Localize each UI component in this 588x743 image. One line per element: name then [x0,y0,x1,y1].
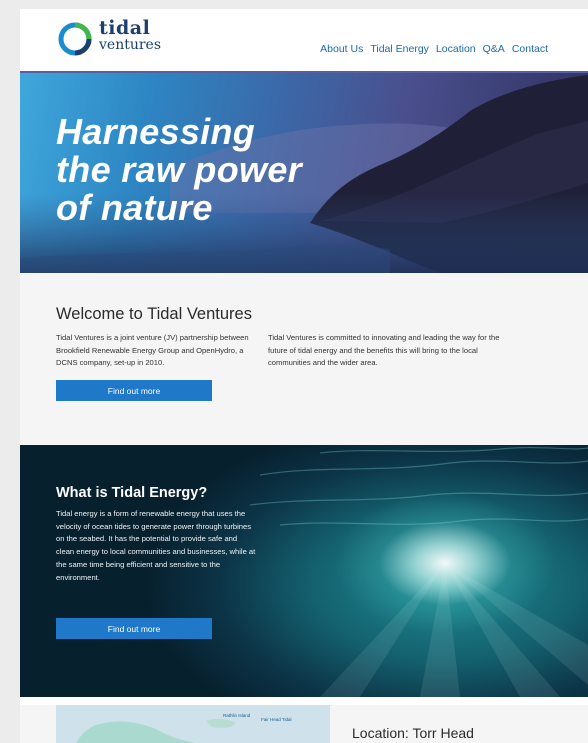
tidal-energy-section: What is Tidal Energy? Tidal energy is a … [20,445,588,697]
hero-title-line-1: Harnessing [56,111,256,152]
logo-wordmark-ventures: ventures [99,37,162,53]
logo-ring-icon [58,22,92,56]
nav-location[interactable]: Location [436,43,476,55]
nav-qa[interactable]: Q&A [483,43,505,55]
tidal-energy-find-out-more-button[interactable]: Find out more [56,618,212,639]
welcome-heading: Welcome to Tidal Ventures [56,305,252,323]
welcome-text-column-1: Tidal Ventures is a joint venture (JV) p… [56,333,249,367]
hero-title-line-2: the raw power [56,149,302,190]
nav-tidal-energy[interactable]: Tidal Energy [370,43,429,55]
map-label-rathlin: Rathlin Island [223,713,251,718]
nav-contact[interactable]: Contact [512,43,548,55]
tidal-energy-heading: What is Tidal Energy? [56,485,208,501]
logo-text: tidal ventures [99,17,162,53]
welcome-find-out-more-button[interactable]: Find out more [56,380,212,401]
section-gap [20,697,588,705]
logo[interactable]: tidal ventures [57,17,167,61]
nav-about-us[interactable]: About Us [320,43,363,55]
main-nav: About Us Tidal Energy Location Q&A Conta… [320,43,548,55]
hero-title-line-3: of nature [56,187,213,228]
tidal-energy-body: Tidal energy is a form of renewable ener… [56,509,256,582]
map-graphic [56,705,330,743]
map-label-fair-head: Fair Head Tidal [261,717,292,722]
hero-title: Harnessing the raw power of nature [56,113,302,227]
location-map[interactable]: Rathlin Island Fair Head Tidal [56,705,330,743]
welcome-text-column-2: Tidal Ventures is committed to innovatin… [268,333,500,367]
hero-banner: Harnessing the raw power of nature [20,73,588,273]
logo-wordmark-tidal: tidal [99,17,151,39]
site-header: tidal ventures About Us Tidal Energy Loc… [20,9,588,71]
page: tidal ventures About Us Tidal Energy Loc… [20,9,588,743]
location-heading: Location: Torr Head [352,725,474,741]
welcome-section: Welcome to Tidal Ventures Tidal Ventures… [20,273,588,445]
location-section: Rathlin Island Fair Head Tidal Location:… [20,705,588,743]
